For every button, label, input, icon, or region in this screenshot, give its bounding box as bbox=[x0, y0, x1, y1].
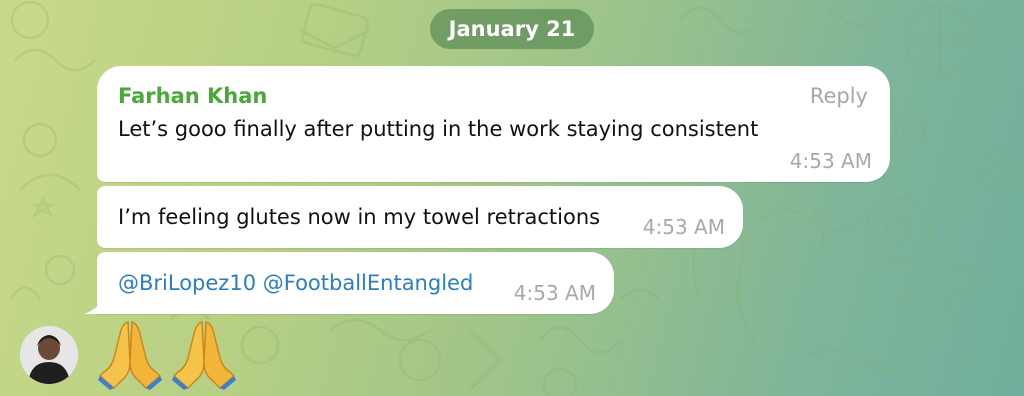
reply-button[interactable]: Reply bbox=[810, 84, 868, 108]
message-timestamp: 4:53 AM bbox=[642, 215, 725, 239]
message-text: Let’s gooo finally after putting in the … bbox=[118, 117, 759, 141]
avatar[interactable] bbox=[20, 326, 78, 384]
mention-link[interactable]: @FootballEntangled bbox=[263, 271, 474, 295]
reaction-emoji-row bbox=[98, 318, 236, 390]
message-text: I’m feeling glutes now in my towel retra… bbox=[118, 205, 601, 229]
folded-hands-icon bbox=[172, 320, 236, 390]
date-separator: January 21 bbox=[430, 9, 594, 49]
message-bubble[interactable]: Farhan Khan Reply Let’s gooo finally aft… bbox=[97, 66, 890, 182]
folded-hands-icon bbox=[98, 320, 162, 390]
bubble-tail bbox=[84, 296, 108, 314]
message-bubble[interactable]: I’m feeling glutes now in my towel retra… bbox=[97, 186, 743, 248]
mention-link[interactable]: @BriLopez10 bbox=[118, 271, 256, 295]
sender-name[interactable]: Farhan Khan bbox=[118, 84, 267, 108]
message-text: @BriLopez10 @FootballEntangled bbox=[118, 271, 473, 295]
message-timestamp: 4:53 AM bbox=[513, 281, 596, 305]
message-timestamp: 4:53 AM bbox=[789, 149, 872, 173]
message-bubble[interactable]: @BriLopez10 @FootballEntangled 4:53 AM bbox=[97, 252, 614, 314]
user-avatar-icon bbox=[20, 326, 78, 384]
